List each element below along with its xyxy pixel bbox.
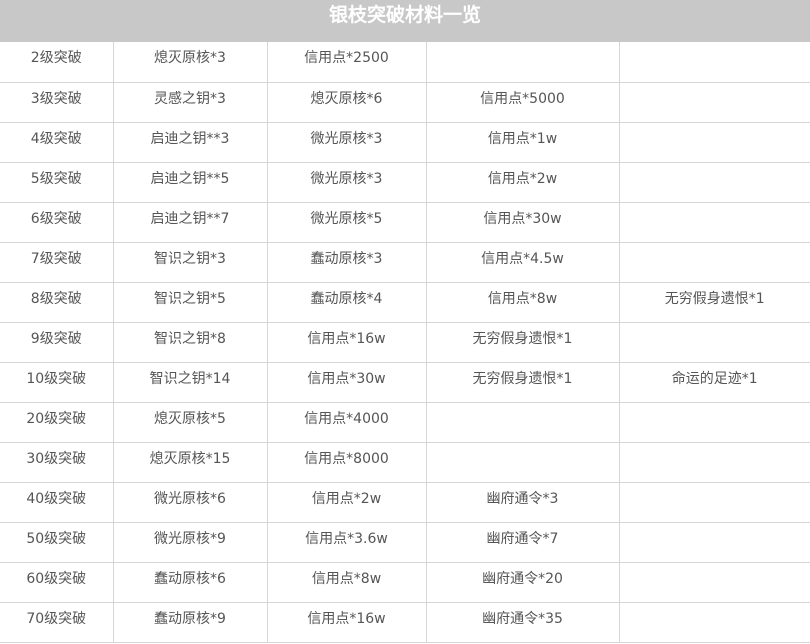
cell-material-1: 熄灭原核*15 — [113, 442, 268, 483]
cell-material-1: 灵感之钥*3 — [113, 82, 268, 123]
cell-material-4 — [619, 42, 810, 83]
cell-material-3: 无穷假身遗恨*1 — [426, 322, 620, 363]
cell-level: 20级突破 — [0, 402, 114, 443]
cell-material-4 — [619, 442, 810, 483]
cell-material-4 — [619, 82, 810, 123]
table-row: 5级突破 启迪之钥**5 微光原核*3 信用点*2w — [0, 162, 810, 203]
cell-material-1: 熄灭原核*3 — [113, 42, 268, 83]
table-row: 3级突破 灵感之钥*3 熄灭原核*6 信用点*5000 — [0, 82, 810, 123]
cell-material-4 — [619, 122, 810, 163]
cell-material-4 — [619, 602, 810, 643]
cell-material-3: 信用点*8w — [426, 282, 620, 323]
cell-material-4 — [619, 202, 810, 243]
cell-material-2: 微光原核*3 — [267, 162, 427, 203]
table-row: 60级突破 蠢动原核*6 信用点*8w 幽府通令*20 — [0, 562, 810, 603]
cell-material-3 — [426, 402, 620, 443]
cell-material-3 — [426, 42, 620, 83]
cell-material-2: 信用点*8w — [267, 562, 427, 603]
cell-material-4 — [619, 162, 810, 203]
cell-material-2: 微光原核*5 — [267, 202, 427, 243]
cell-material-4 — [619, 562, 810, 603]
table-title: 银枝突破材料一览 — [0, 0, 810, 42]
cell-material-2: 蠢动原核*3 — [267, 242, 427, 283]
table-row: 7级突破 智识之钥*3 蠢动原核*3 信用点*4.5w — [0, 242, 810, 283]
cell-level: 3级突破 — [0, 82, 114, 123]
cell-material-2: 信用点*8000 — [267, 442, 427, 483]
cell-material-1: 蠢动原核*9 — [113, 602, 268, 643]
cell-material-1: 启迪之钥**5 — [113, 162, 268, 203]
cell-level: 50级突破 — [0, 522, 114, 563]
cell-material-4 — [619, 482, 810, 523]
cell-material-4 — [619, 322, 810, 363]
cell-material-3: 信用点*5000 — [426, 82, 620, 123]
cell-material-2: 信用点*30w — [267, 362, 427, 403]
table-row: 10级突破 智识之钥*14 信用点*30w 无穷假身遗恨*1 命运的足迹*1 — [0, 362, 810, 403]
cell-material-3: 信用点*4.5w — [426, 242, 620, 283]
cell-material-4 — [619, 522, 810, 563]
cell-material-1: 蠢动原核*6 — [113, 562, 268, 603]
cell-level: 60级突破 — [0, 562, 114, 603]
cell-material-4: 命运的足迹*1 — [619, 362, 810, 403]
cell-material-3: 幽府通令*35 — [426, 602, 620, 643]
cell-level: 70级突破 — [0, 602, 114, 643]
cell-material-2: 信用点*16w — [267, 322, 427, 363]
cell-material-2: 信用点*2500 — [267, 42, 427, 83]
cell-level: 6级突破 — [0, 202, 114, 243]
table-row: 6级突破 启迪之钥**7 微光原核*5 信用点*30w — [0, 202, 810, 243]
table-row: 30级突破 熄灭原核*15 信用点*8000 — [0, 442, 810, 483]
cell-material-2: 熄灭原核*6 — [267, 82, 427, 123]
cell-material-2: 信用点*4000 — [267, 402, 427, 443]
cell-material-4: 无穷假身遗恨*1 — [619, 282, 810, 323]
table-body: 2级突破 熄灭原核*3 信用点*2500 3级突破 灵感之钥*3 熄灭原核*6 信用点*50… — [0, 42, 810, 643]
cell-level: 4级突破 — [0, 122, 114, 163]
cell-level: 7级突破 — [0, 242, 114, 283]
table-row: 50级突破 微光原核*9 信用点*3.6w 幽府通令*7 — [0, 522, 810, 563]
table-row: 2级突破 熄灭原核*3 信用点*2500 — [0, 42, 810, 83]
table-row: 8级突破 智识之钥*5 蠢动原核*4 信用点*8w 无穷假身遗恨*1 — [0, 282, 810, 323]
cell-material-4 — [619, 402, 810, 443]
cell-material-3 — [426, 442, 620, 483]
table-row: 40级突破 微光原核*6 信用点*2w 幽府通令*3 — [0, 482, 810, 523]
cell-material-3: 无穷假身遗恨*1 — [426, 362, 620, 403]
cell-material-2: 微光原核*3 — [267, 122, 427, 163]
cell-material-1: 启迪之钥**3 — [113, 122, 268, 163]
cell-material-1: 智识之钥*5 — [113, 282, 268, 323]
cell-material-1: 智识之钥*3 — [113, 242, 268, 283]
cell-material-3: 幽府通令*20 — [426, 562, 620, 603]
cell-material-1: 智识之钥*8 — [113, 322, 268, 363]
cell-material-2: 信用点*16w — [267, 602, 427, 643]
cell-material-3: 幽府通令*3 — [426, 482, 620, 523]
cell-material-2: 信用点*3.6w — [267, 522, 427, 563]
materials-table: 2级突破 熄灭原核*3 信用点*2500 3级突破 灵感之钥*3 熄灭原核*6 信用点*50… — [0, 42, 810, 643]
cell-material-1: 熄灭原核*5 — [113, 402, 268, 443]
table-row: 9级突破 智识之钥*8 信用点*16w 无穷假身遗恨*1 — [0, 322, 810, 363]
page: 银枝突破材料一览 2级突破 熄灭原核*3 信用点*2500 3级突破 灵感之钥*3 熄灭原… — [0, 0, 810, 644]
cell-level: 2级突破 — [0, 42, 114, 83]
cell-material-2: 信用点*2w — [267, 482, 427, 523]
cell-level: 5级突破 — [0, 162, 114, 203]
cell-material-3: 信用点*2w — [426, 162, 620, 203]
table-row: 70级突破 蠢动原核*9 信用点*16w 幽府通令*35 — [0, 602, 810, 643]
cell-material-4 — [619, 242, 810, 283]
cell-material-2: 蠢动原核*4 — [267, 282, 427, 323]
cell-level: 9级突破 — [0, 322, 114, 363]
cell-level: 10级突破 — [0, 362, 114, 403]
table-row: 4级突破 启迪之钥**3 微光原核*3 信用点*1w — [0, 122, 810, 163]
table-row: 20级突破 熄灭原核*5 信用点*4000 — [0, 402, 810, 443]
cell-level: 30级突破 — [0, 442, 114, 483]
cell-material-1: 智识之钥*14 — [113, 362, 268, 403]
cell-material-3: 幽府通令*7 — [426, 522, 620, 563]
cell-level: 40级突破 — [0, 482, 114, 523]
cell-material-3: 信用点*1w — [426, 122, 620, 163]
cell-level: 8级突破 — [0, 282, 114, 323]
cell-material-1: 微光原核*9 — [113, 522, 268, 563]
cell-material-3: 信用点*30w — [426, 202, 620, 243]
cell-material-1: 启迪之钥**7 — [113, 202, 268, 243]
cell-material-1: 微光原核*6 — [113, 482, 268, 523]
